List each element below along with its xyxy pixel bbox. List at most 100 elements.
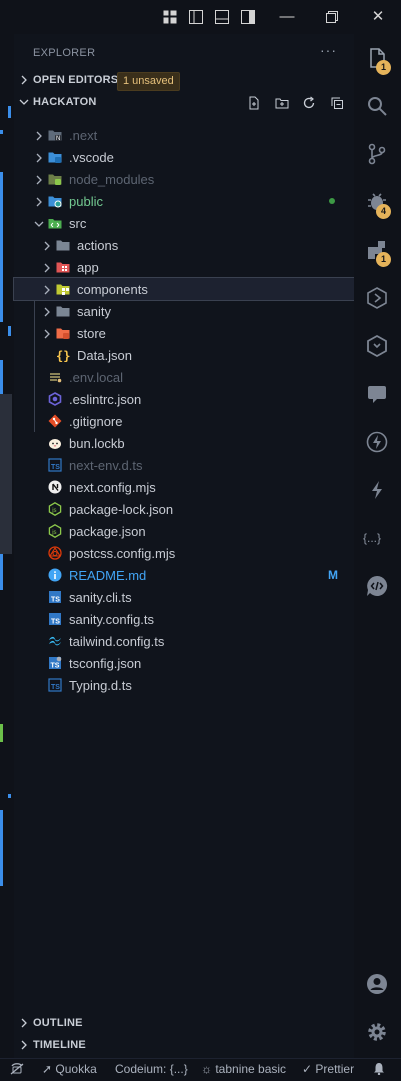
tree-folder-row[interactable]: public	[14, 190, 354, 212]
prettier-status[interactable]: ✓ Prettier	[302, 1062, 354, 1076]
tree-file-row[interactable]: tailwind.config.ts	[14, 630, 354, 652]
tree-folder-row[interactable]: .vscode	[14, 146, 354, 168]
search-icon[interactable]	[365, 94, 389, 118]
tree-file-row[interactable]: next.config.mjs	[14, 476, 354, 498]
refresh-icon[interactable]	[302, 96, 316, 110]
tree-item-label: .env.local	[69, 370, 123, 385]
tree-folder-row[interactable]: app	[14, 256, 354, 278]
chevron-right-icon	[42, 239, 52, 251]
tree-item-label: public	[69, 194, 103, 209]
tree-item-label: README.md	[69, 568, 147, 583]
explorer-title: EXPLORER	[33, 47, 96, 59]
tree-file-row[interactable]: {} Data.json	[14, 344, 354, 366]
tree-item-label: components	[77, 282, 148, 297]
tree-item-label: node_modules	[69, 172, 155, 187]
remote-explorer-icon[interactable]	[365, 286, 389, 310]
new-file-icon[interactable]	[247, 96, 261, 110]
explorer-badge: 1	[376, 60, 391, 75]
tree-file-row[interactable]: TS sanity.cli.ts	[14, 586, 354, 608]
chevron-right-icon	[42, 327, 52, 339]
tree-item-label: package-lock.json	[69, 502, 174, 517]
tree-folder-row[interactable]: components	[13, 277, 355, 301]
chevron-right-icon	[34, 195, 44, 207]
svg-text:TS: TS	[51, 597, 60, 604]
tree-folder-row[interactable]: src	[14, 212, 354, 234]
gutter-mark	[8, 106, 11, 118]
tree-file-row[interactable]: .gitignore	[14, 410, 354, 432]
tree-file-row[interactable]: TS next-env.d.ts	[14, 454, 354, 476]
notifications-bell-icon[interactable]	[373, 1062, 385, 1078]
tree-item-label: app	[77, 260, 99, 275]
account-icon[interactable]	[365, 972, 389, 996]
gutter-mark	[0, 724, 3, 742]
tree-item-label: next.config.mjs	[69, 480, 156, 495]
hexagon-extension-icon[interactable]	[365, 334, 389, 358]
restore-icon[interactable]	[322, 8, 342, 26]
tree-file-row[interactable]: .env.local	[14, 366, 354, 388]
settings-gear-icon[interactable]	[365, 1020, 389, 1044]
more-actions-icon[interactable]: ···	[320, 42, 337, 58]
bun-icon	[48, 436, 62, 450]
tree-folder-row[interactable]: sanity	[14, 300, 354, 322]
extensions-badge: 1	[376, 252, 391, 267]
timeline-section[interactable]: TIMELINE	[14, 1035, 354, 1057]
tree-folder-row[interactable]: store	[14, 322, 354, 344]
tree-file-row[interactable]: TS Typing.d.ts	[14, 674, 354, 696]
gutter-scroll-shade	[0, 394, 12, 554]
folder-vscode-icon	[48, 150, 62, 164]
toggle-panel-icon[interactable]	[215, 10, 229, 24]
svg-text:js: js	[51, 530, 56, 536]
tree-item-label: Data.json	[77, 348, 132, 363]
folder-src-icon	[48, 216, 62, 230]
tree-folder-row[interactable]: node_modules	[14, 168, 354, 190]
tree-item-label: bun.lockb	[69, 436, 125, 451]
close-icon[interactable]: ✕	[368, 8, 388, 26]
status-bar: ➚ Quokka Codeium: {...} ☼ tabnine basic …	[0, 1058, 401, 1081]
outline-label: OUTLINE	[33, 1017, 83, 1029]
tree-file-row[interactable]: js package-lock.json	[14, 498, 354, 520]
toggle-primary-sidebar-icon[interactable]	[189, 10, 203, 24]
toggle-secondary-sidebar-icon[interactable]	[241, 10, 255, 24]
tree-file-row[interactable]: bun.lockb	[14, 432, 354, 454]
collapse-all-icon[interactable]	[330, 96, 344, 110]
tree-file-row[interactable]: js package.json	[14, 520, 354, 542]
chat-icon[interactable]	[365, 382, 389, 406]
gutter-mark	[8, 326, 11, 336]
chevron-right-icon	[34, 129, 44, 141]
folder-app-icon	[56, 260, 70, 274]
outline-section[interactable]: OUTLINE	[14, 1013, 354, 1035]
snippets-icon[interactable]: {...}	[363, 531, 381, 545]
tree-file-row[interactable]: TS sanity.config.ts	[14, 608, 354, 630]
lightning-icon[interactable]	[365, 478, 389, 502]
git-icon	[48, 414, 62, 428]
quokka-status[interactable]: ➚ Quokka	[42, 1062, 97, 1076]
quokka-icon: ➚	[42, 1062, 53, 1076]
tree-file-row[interactable]: .eslintrc.json	[14, 388, 354, 410]
accounts-status-icon[interactable]	[10, 1062, 24, 1079]
tree-item-label: .next	[69, 128, 98, 143]
codeium-status[interactable]: Codeium: {...}	[115, 1062, 188, 1076]
tree-file-row[interactable]: README.md M	[14, 564, 354, 586]
tabnine-label: tabnine basic	[215, 1062, 287, 1076]
code-chat-icon[interactable]	[365, 574, 389, 598]
minimize-icon[interactable]: —	[277, 8, 297, 26]
source-control-icon[interactable]	[365, 142, 389, 166]
tree-folder-row[interactable]: actions	[14, 234, 354, 256]
workspace-section[interactable]: HACKATON	[14, 92, 354, 114]
new-folder-icon[interactable]	[275, 96, 289, 110]
customize-layout-icon[interactable]	[163, 10, 177, 24]
gutter-mark	[0, 130, 3, 134]
json-braces-icon: {}	[56, 348, 70, 363]
tsconfig-icon: TS	[48, 656, 62, 670]
title-bar: — ✕	[0, 0, 401, 34]
folder-icon	[56, 238, 70, 252]
open-editors-section[interactable]: OPEN EDITORS 1 unsaved	[14, 70, 354, 92]
tree-file-row[interactable]: postcss.config.mjs	[14, 542, 354, 564]
tree-folder-row[interactable]: N .next	[14, 124, 354, 146]
lightning-circle-icon[interactable]	[365, 430, 389, 454]
timeline-label: TIMELINE	[33, 1039, 86, 1051]
tree-file-row[interactable]: TS tsconfig.json	[14, 652, 354, 674]
svg-text:js: js	[51, 508, 56, 514]
gutter-mark	[0, 172, 3, 322]
tabnine-status[interactable]: ☼ tabnine basic	[201, 1062, 286, 1076]
